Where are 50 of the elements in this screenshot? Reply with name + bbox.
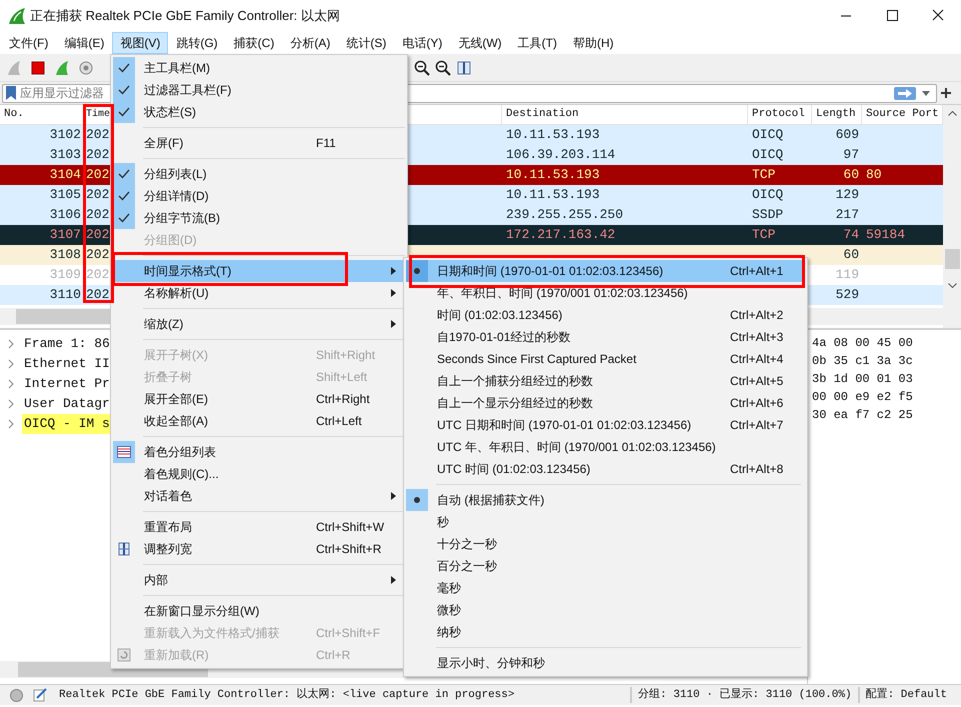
table-cell-text: 106.39.203.114 — [506, 146, 616, 164]
table-cell-text: 60 — [843, 246, 859, 264]
table-cell-text: 3110 — [50, 286, 81, 304]
table-cell-text: 3102 — [50, 126, 81, 144]
hex-bytes: 30 ea f7 c2 25 — [812, 407, 913, 424]
table-cell-text: 202 — [86, 186, 110, 204]
table-cell-text: 202 — [86, 266, 110, 284]
table-cell-text: 97 — [843, 146, 859, 164]
table-cell-text: 3106 — [50, 206, 81, 224]
table-cell-text: 202 — [86, 126, 110, 144]
table-cell-text: 3107 — [50, 226, 81, 244]
table-cell-text: OICQ — [752, 186, 784, 204]
table-cell-text: OICQ — [752, 146, 784, 164]
table-cell-text: 3105 — [50, 186, 81, 204]
table-cell-text: 60 — [843, 166, 859, 184]
table-cell-text: 202 — [86, 246, 110, 264]
table-cell-text: 529 — [836, 286, 859, 304]
table-cell-text: 217 — [836, 206, 859, 224]
table-cell-text: 202 — [86, 166, 110, 184]
hex-bytes: 4a 08 00 45 00 — [812, 335, 913, 352]
table-cell-text: 202 — [86, 226, 110, 244]
table-cell-text: 80 — [866, 166, 882, 184]
table-cell-text: SSDP — [752, 206, 784, 224]
hex-bytes: 00 00 e9 e2 f5 — [812, 389, 913, 406]
table-cell-text: 10.11.53.193 — [506, 166, 600, 184]
table-cell-text: TCP — [752, 226, 776, 244]
packet-count: 分组: 3110 · 已显示: 3110 (100.0%) — [630, 686, 852, 704]
table-cell-text: 129 — [836, 186, 859, 204]
profile-label: 配置: Default — [858, 686, 961, 704]
window-title: 正在捕获 Realtek PCIe GbE Family Controller: 以太网 — [30, 7, 340, 26]
table-cell-text: 202 — [86, 146, 110, 164]
table-cell-text: 59184 — [866, 226, 906, 244]
table-cell-text: 3108 — [50, 246, 81, 264]
table-cell-text: 172.217.163.42 — [506, 226, 616, 244]
table-cell-text: 3104 — [50, 166, 81, 184]
table-cell-text: 202 — [86, 206, 110, 224]
table-cell-text: 10.11.53.193 — [506, 126, 600, 144]
table-cell-text: TCP — [752, 166, 776, 184]
table-cell-text: 74 — [843, 226, 859, 244]
hex-bytes: 3b 1d 00 01 03 — [812, 371, 913, 388]
table-cell-text: 10.11.53.193 — [506, 186, 600, 204]
table-cell-text: 239.255.255.250 — [506, 206, 624, 224]
table-cell-text: 3109 — [50, 266, 81, 284]
table-cell-text: OICQ — [752, 126, 784, 144]
table-cell-text: 119 — [836, 266, 859, 284]
table-cell-text: 202 — [86, 286, 110, 304]
table-cell-text: 609 — [836, 126, 859, 144]
table-cell-text: 3103 — [50, 146, 81, 164]
capture-status: Realtek PCIe GbE Family Controller: 以太网: <live capture in progress> — [59, 687, 514, 703]
hex-bytes: 0b 35 c1 3a 3c — [812, 353, 913, 370]
